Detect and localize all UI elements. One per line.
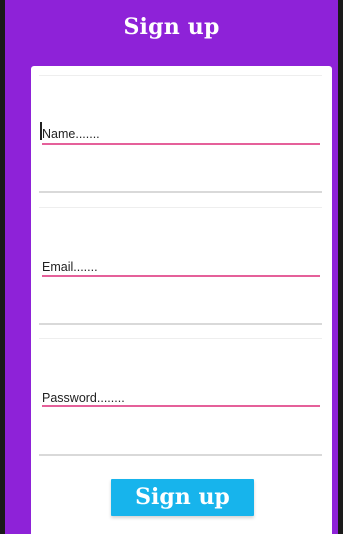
page-title: Sign up (123, 14, 220, 40)
divider (39, 454, 322, 456)
password-field[interactable]: Password........ (42, 391, 125, 405)
name-field-underline (42, 143, 320, 145)
name-field-section: Name....... (39, 75, 322, 193)
signup-form-card: Name....... Email....... Password.......… (31, 66, 332, 534)
signup-screen: Sign up Name....... Email....... Passwor… (0, 0, 343, 534)
signup-button[interactable]: Sign up (111, 479, 254, 516)
email-field-section: Email....... (39, 207, 322, 325)
divider (39, 191, 322, 193)
divider (39, 338, 322, 339)
email-field[interactable]: Email....... (42, 260, 98, 274)
divider (39, 207, 322, 208)
password-field-underline (42, 405, 320, 407)
password-field-section: Password........ (39, 338, 322, 456)
email-field-underline (42, 275, 320, 277)
name-field[interactable]: Name....... (42, 127, 100, 141)
divider (39, 75, 322, 76)
divider (39, 323, 322, 325)
